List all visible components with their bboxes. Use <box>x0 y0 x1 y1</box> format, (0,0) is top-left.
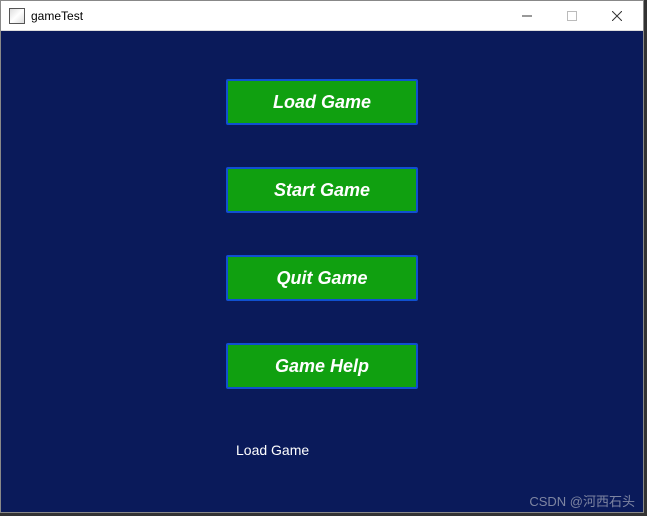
titlebar: gameTest <box>1 1 643 31</box>
close-button[interactable] <box>594 1 639 30</box>
start-game-button[interactable]: Start Game <box>226 167 418 213</box>
minimize-button[interactable] <box>504 1 549 30</box>
window-title: gameTest <box>31 9 504 23</box>
game-help-button[interactable]: Game Help <box>226 343 418 389</box>
window-controls <box>504 1 639 30</box>
game-menu-area: Load Game Start Game Quit Game Game Help… <box>1 31 643 512</box>
app-window: gameTest Load Game Start Game Quit Game … <box>0 0 644 513</box>
quit-game-button[interactable]: Quit Game <box>226 255 418 301</box>
maximize-button <box>549 1 594 30</box>
load-game-button[interactable]: Load Game <box>226 79 418 125</box>
watermark-text: CSDN @河西石头 <box>529 491 635 510</box>
status-text: Load Game <box>236 442 309 458</box>
app-icon <box>9 8 25 24</box>
